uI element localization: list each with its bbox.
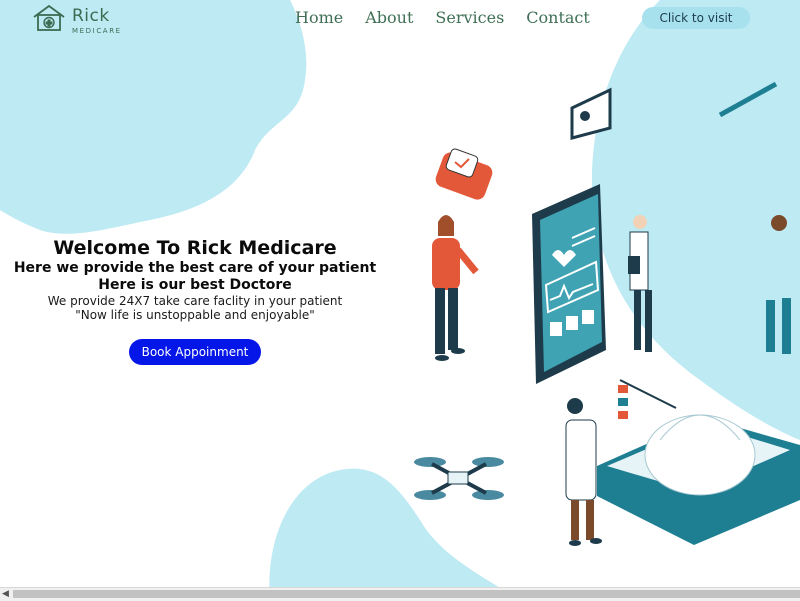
nav-services-link[interactable]: Services <box>435 8 504 27</box>
book-appointment-button[interactable]: Book Appoinment <box>129 339 261 365</box>
brand-logo[interactable]: Rick MEDICARE <box>32 4 122 35</box>
hero-subtitle-doctors: Here is our best Doctore <box>98 277 292 293</box>
hero-title: Welcome To Rick Medicare <box>53 237 337 259</box>
hero-section: Welcome To Rick Medicare Here we provide… <box>0 236 390 322</box>
top-navbar: Rick MEDICARE Home About Services Contac… <box>0 0 800 40</box>
click-to-visit-button[interactable]: Click to visit <box>642 7 750 29</box>
scroll-left-arrow-icon[interactable]: ◀ <box>2 589 9 600</box>
nav-home-link[interactable]: Home <box>295 8 343 27</box>
nav-contact-link[interactable]: Contact <box>526 8 590 27</box>
nurse-figure <box>565 398 602 546</box>
hero-subtitle: Here we provide the best care of your pa… <box>13 260 377 276</box>
chart-panel-icon <box>618 379 677 419</box>
nav-links: Home About Services Contact <box>295 8 612 27</box>
home-cross-logo-icon <box>33 4 65 31</box>
patient-woman-figure <box>432 215 479 361</box>
hero-quote: "Now life is unstoppable and enjoyable" <box>75 308 315 322</box>
doctor-figure <box>628 215 652 352</box>
hero-description: We provide 24X7 take care faclity in you… <box>47 294 343 308</box>
scrollbar-thumb[interactable] <box>13 590 800 598</box>
horizontal-scrollbar[interactable]: ◀ <box>0 587 800 601</box>
doctor-frame-icon <box>570 81 778 140</box>
chip-brain-icon <box>597 414 800 545</box>
brand-tagline: MEDICARE <box>72 27 122 35</box>
smartphone-icon <box>532 28 606 384</box>
man-figure <box>766 215 791 354</box>
smartwatch-icon <box>435 148 493 200</box>
brand-name: Rick <box>72 6 110 26</box>
nav-about-link[interactable]: About <box>365 8 413 27</box>
drone-icon <box>414 457 504 500</box>
